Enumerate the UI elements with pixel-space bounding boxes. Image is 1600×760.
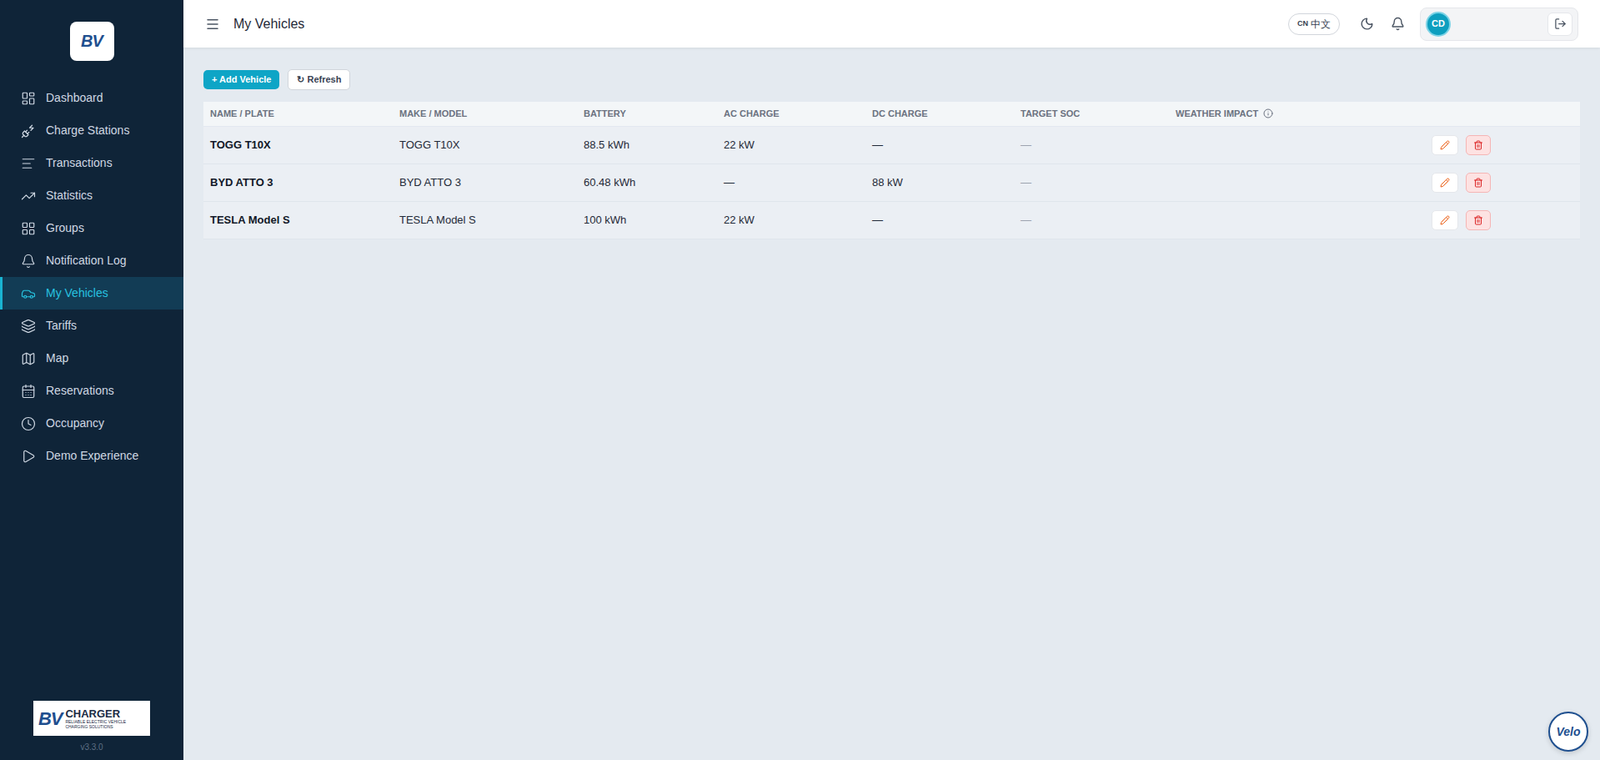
- sidebar-footer: BVCHARGERRELIABLE ELECTRIC VEHICLE CHARG…: [0, 700, 184, 760]
- sidebar-item[interactable]: Charge Stations: [0, 114, 184, 147]
- edit-button[interactable]: [1431, 135, 1459, 156]
- user-box[interactable]: CD: [1419, 7, 1579, 41]
- delete-button[interactable]: [1465, 135, 1491, 156]
- logout-icon[interactable]: [1554, 17, 1567, 31]
- sidebar-item-icon: [20, 90, 36, 106]
- toolbar: + Add Vehicle ↻ Refresh: [203, 69, 1580, 91]
- column-header: MAKE / MODEL: [392, 106, 577, 121]
- pencil-icon: [1439, 140, 1450, 151]
- trash-icon: [1473, 140, 1484, 151]
- column-header: DC CHARGE: [865, 106, 1014, 121]
- vehicles-table: NAME / PLATEMAKE / MODELBATTERYAC CHARGE…: [203, 101, 1580, 240]
- delete-button[interactable]: [1465, 210, 1491, 231]
- assistant-button[interactable]: Velo: [1548, 711, 1589, 752]
- table-cell: TESLA Model S: [203, 211, 393, 229]
- sidebar-item[interactable]: Map: [0, 341, 184, 375]
- sidebar-item[interactable]: Demo Experience: [0, 439, 184, 472]
- sidebar-nav: DashboardCharge StationsTransactionsStat…: [0, 81, 184, 472]
- main: My Vehicles CN中文 CD + Add Vehicle ↻ Refresh N…: [183, 0, 1600, 760]
- table-cell: 88 kW: [865, 174, 1014, 191]
- add-vehicle-button[interactable]: + Add Vehicle: [203, 70, 280, 90]
- sidebar-item-icon: [20, 318, 36, 334]
- column-header: BATTERY: [576, 106, 718, 121]
- sidebar-item[interactable]: Dashboard: [0, 81, 184, 115]
- table-cell: TOGG T10X: [203, 136, 393, 154]
- sidebar-item[interactable]: Tariffs: [0, 309, 184, 342]
- table-cell: —: [717, 174, 866, 191]
- sidebar-item[interactable]: Statistics: [0, 179, 184, 212]
- sidebar-item[interactable]: Notification Log: [0, 244, 184, 277]
- brand-logo: BVCHARGERRELIABLE ELECTRIC VEHICLE CHARG…: [33, 700, 151, 736]
- table-cell: —: [865, 211, 1014, 229]
- pencil-icon: [1439, 215, 1450, 226]
- sidebar-item-icon: [20, 351, 36, 367]
- table-cell: 60.48 kWh: [576, 174, 718, 191]
- table-cell: —: [865, 136, 1014, 154]
- table-cell: 88.5 kWh: [576, 136, 718, 154]
- app: BV DashboardCharge StationsTransactionsSt…: [0, 0, 1600, 760]
- table-header: NAME / PLATEMAKE / MODELBATTERYAC CHARGE…: [203, 101, 1580, 127]
- table-row[interactable]: BYD ATTO 3BYD ATTO 360.48 kWh—88 kW—: [203, 164, 1580, 202]
- table-cell: —: [1013, 174, 1169, 191]
- table-cell: 22 kW: [717, 211, 866, 229]
- table-cell: —: [1013, 136, 1169, 154]
- column-header: AC CHARGE: [717, 106, 866, 121]
- notification-icon[interactable]: [1390, 16, 1405, 31]
- table-cell: BYD ATTO 3: [392, 174, 577, 191]
- trash-icon: [1473, 215, 1484, 226]
- sidebar-item-icon: [20, 448, 36, 464]
- version: v3.3.0: [80, 740, 103, 753]
- row-actions: [1431, 135, 1580, 156]
- sidebar-item[interactable]: My Vehicles: [0, 276, 184, 310]
- sidebar-item[interactable]: Groups: [0, 211, 184, 245]
- delete-button[interactable]: [1465, 172, 1491, 193]
- sidebar-item-icon: [20, 188, 36, 204]
- edit-button[interactable]: [1431, 210, 1459, 231]
- row-actions: [1431, 172, 1580, 193]
- theme-icon[interactable]: [1359, 16, 1375, 31]
- header: My Vehicles CN中文 CD: [183, 0, 1600, 48]
- sidebar-item-icon: [20, 155, 36, 171]
- logo[interactable]: BV: [70, 21, 115, 61]
- sidebar-item-icon: [20, 253, 36, 269]
- sidebar-item-icon: [20, 220, 36, 236]
- sidebar-item[interactable]: Occupancy: [0, 406, 184, 440]
- sidebar-item-icon: [20, 285, 36, 301]
- table-cell: TESLA Model S: [392, 211, 577, 229]
- language-button[interactable]: CN中文: [1288, 13, 1340, 36]
- row-actions: [1431, 210, 1580, 231]
- table-cell: BYD ATTO 3: [203, 174, 393, 191]
- info-icon[interactable]: [1263, 108, 1274, 119]
- sidebar-item-icon: [20, 383, 36, 399]
- refresh-button[interactable]: ↻ Refresh: [287, 69, 351, 91]
- user-avatar: CD: [1425, 11, 1451, 37]
- column-header: WEATHER IMPACT: [1168, 106, 1432, 121]
- menu-icon[interactable]: [205, 16, 221, 32]
- table-cell: 22 kW: [717, 136, 866, 154]
- table-cell: TOGG T10X: [392, 136, 577, 154]
- edit-button[interactable]: [1431, 172, 1459, 193]
- sidebar-item-icon: [20, 123, 36, 139]
- sidebar-item[interactable]: Transactions: [0, 146, 184, 180]
- sidebar-item-icon: [20, 416, 36, 432]
- column-header: TARGET SOC: [1013, 106, 1169, 121]
- column-header: NAME / PLATE: [203, 106, 393, 121]
- content: + Add Vehicle ↻ Refresh NAME / PLATEMAKE /…: [183, 47, 1600, 760]
- table-cell: —: [1013, 211, 1169, 229]
- pencil-icon: [1439, 177, 1450, 188]
- table-row[interactable]: TOGG T10XTOGG T10X88.5 kWh22 kW——: [203, 126, 1580, 165]
- page-title: My Vehicles: [233, 14, 305, 35]
- table-row[interactable]: TESLA Model STESLA Model S100 kWh22 kW——: [203, 201, 1580, 240]
- trash-icon: [1473, 177, 1484, 188]
- sidebar-logo-area: BV: [0, 0, 184, 82]
- sidebar-item[interactable]: Reservations: [0, 374, 184, 407]
- table-cell: 100 kWh: [576, 211, 718, 229]
- sidebar: BV DashboardCharge StationsTransactionsSt…: [0, 0, 184, 760]
